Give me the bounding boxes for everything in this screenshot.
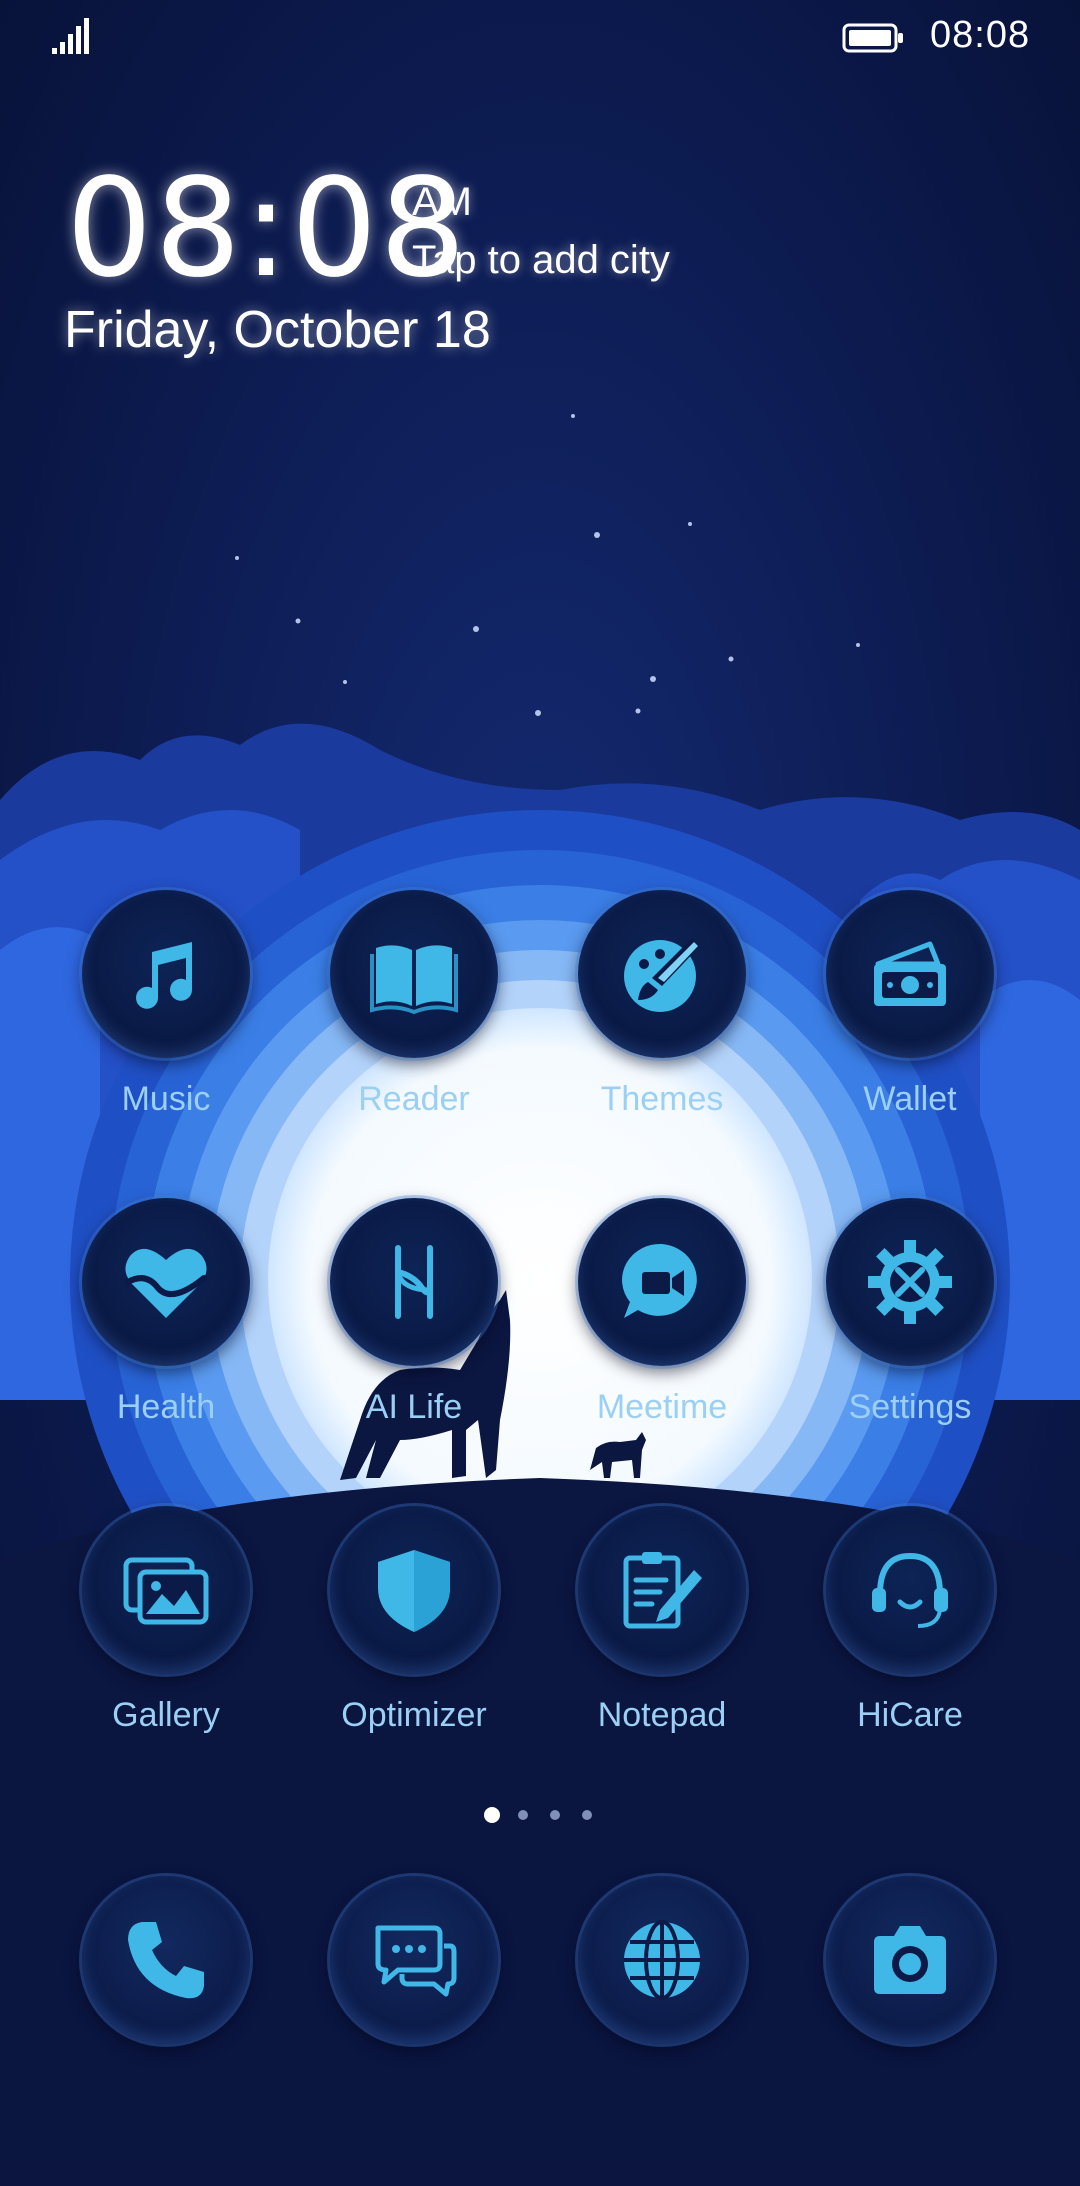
app-gallery[interactable]: Gallery — [42, 1506, 290, 1816]
app-meetime[interactable]: Meetime — [538, 1198, 786, 1508]
camera-icon — [874, 1926, 946, 1994]
app-health[interactable]: Health — [42, 1198, 290, 1508]
wallet-icon — [874, 941, 946, 1006]
clock-ampm: AM — [412, 180, 472, 224]
app-label: Optimizer — [341, 1696, 487, 1734]
app-optimizer-bubble[interactable] — [330, 1506, 498, 1674]
app-label: Music — [121, 1080, 211, 1118]
app-themes[interactable]: Themes — [538, 890, 786, 1200]
page-dot-active[interactable] — [484, 1807, 500, 1823]
app-optimizer[interactable]: Optimizer — [290, 1506, 538, 1816]
dock-messages[interactable] — [290, 1876, 538, 2186]
app-label: Settings — [848, 1388, 972, 1426]
video-chat-icon — [622, 1243, 697, 1318]
dock-browser-bubble[interactable] — [578, 1876, 746, 2044]
page-dot[interactable] — [518, 1810, 528, 1820]
app-ai-life-bubble[interactable] — [330, 1198, 498, 1366]
app-themes-bubble[interactable] — [578, 890, 746, 1058]
app-settings-bubble[interactable] — [826, 1198, 994, 1366]
paintbrush-icon — [624, 938, 700, 1012]
app-label: Meetime — [596, 1388, 728, 1426]
signal-bars-icon — [52, 18, 89, 54]
app-hicare[interactable]: HiCare — [786, 1506, 1034, 1816]
app-wallet[interactable]: Wallet — [786, 890, 1034, 1200]
app-health-bubble[interactable] — [82, 1198, 250, 1366]
app-label: Reader — [358, 1080, 470, 1118]
messages-icon — [375, 1925, 457, 1997]
clock-widget[interactable]: 08:08 AM Tap to add city Friday, October… — [60, 150, 860, 380]
page-dot[interactable] — [582, 1810, 592, 1820]
app-wallet-bubble[interactable] — [826, 890, 994, 1058]
app-reader-bubble[interactable] — [330, 890, 498, 1058]
heart-icon — [125, 1248, 207, 1318]
app-label: Notepad — [597, 1696, 727, 1734]
app-hicare-bubble[interactable] — [826, 1506, 994, 1674]
ai-life-icon — [395, 1245, 433, 1319]
dock-camera[interactable] — [786, 1876, 1034, 2186]
app-reader[interactable]: Reader — [290, 890, 538, 1200]
app-notepad[interactable]: Notepad — [538, 1506, 786, 1816]
page-dot[interactable] — [550, 1810, 560, 1820]
page-indicator[interactable] — [480, 1804, 600, 1828]
gallery-icon — [123, 1557, 209, 1625]
browser-globe-icon — [624, 1920, 700, 2000]
dock-phone[interactable] — [42, 1876, 290, 2186]
battery-icon — [842, 23, 903, 53]
status-time: 08:08 — [930, 14, 1031, 56]
add-city-link[interactable]: Tap to add city — [412, 238, 670, 283]
app-gallery-bubble[interactable] — [82, 1506, 250, 1674]
phone-icon — [128, 1922, 204, 1999]
book-icon — [370, 945, 458, 1015]
headset-icon — [872, 1552, 948, 1628]
clock-time: 08:08 — [66, 150, 468, 308]
clock-date: Friday, October 18 — [64, 301, 491, 359]
app-music-bubble[interactable] — [82, 890, 250, 1058]
app-meetime-bubble[interactable] — [578, 1198, 746, 1366]
app-ai-life[interactable]: AI Life — [290, 1198, 538, 1508]
status-bar: 08:08 — [0, 0, 1080, 72]
dock-phone-bubble[interactable] — [82, 1876, 250, 2044]
dock-browser[interactable] — [538, 1876, 786, 2186]
app-label: AI Life — [365, 1388, 463, 1426]
dock-camera-bubble[interactable] — [826, 1876, 994, 2044]
shield-icon — [378, 1550, 450, 1632]
music-note-icon — [136, 942, 192, 1009]
gear-icon — [868, 1240, 952, 1324]
app-label: HiCare — [857, 1696, 963, 1734]
app-label: Health — [116, 1388, 216, 1426]
app-settings[interactable]: Settings — [786, 1198, 1034, 1508]
dock-messages-bubble[interactable] — [330, 1876, 498, 2044]
app-notepad-bubble[interactable] — [578, 1506, 746, 1674]
app-label: Gallery — [112, 1696, 220, 1734]
app-label: Wallet — [863, 1080, 957, 1118]
notepad-icon — [623, 1552, 702, 1629]
app-music[interactable]: Music — [42, 890, 290, 1200]
app-label: Themes — [600, 1080, 724, 1118]
